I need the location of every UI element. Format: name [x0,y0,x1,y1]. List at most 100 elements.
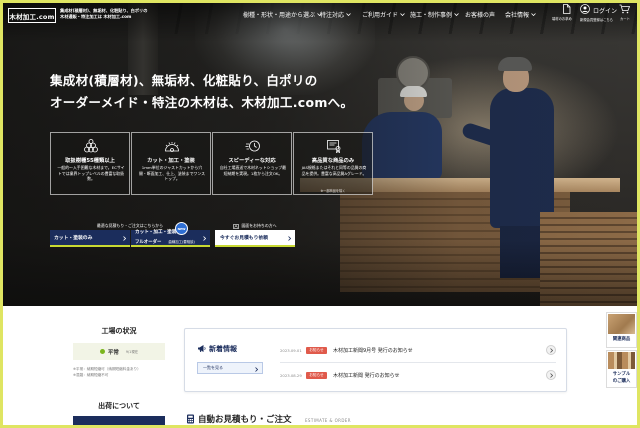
feature-card-processing: カット・加工・塗装 1mm単位のジャストカットから穴開・断面加工、仕上、塗装まで… [131,132,211,195]
nav-item-label: ご利用ガイド [362,12,399,19]
nav-item-customer-voice[interactable]: お客様の声 [465,10,495,19]
news-tag: お知らせ [306,371,327,379]
nav-item-select-wood[interactable]: 樹種・形状・用途から選ぶ [243,10,322,19]
feature-title: カット・加工・塗装 [147,158,195,164]
shipping-title: 出荷について [98,402,140,410]
news-item[interactable]: 2023.09.01 お知らせ 木材加工新聞9月号 発行のお知らせ [280,344,556,356]
news-card [184,328,567,392]
offcuts-label: 端材のお求め [552,17,572,21]
related-products-thumbnail [608,314,635,334]
status-dot-icon [99,349,105,354]
estimate-subtitle: ESTIMATE & ORDER [305,418,351,423]
factory-status: 平常 [107,349,119,356]
nav-item-custom-order[interactable]: 特注対応 [320,10,351,19]
chevron-right-icon [549,347,553,353]
news-date: 2023.08.29 [280,372,302,378]
tagline-line: 木材通販・特注加工は 木材加工.com [60,14,132,19]
hero-headline: 集成材(積層材)、無垢材、化粧貼り、白ポリの オーダーメイド・特注の木材は、木材… [50,70,353,114]
nav-item-case-studies[interactable]: 施工・制作事例 [410,10,459,19]
quote-request-button[interactable]: 今すぐお見積もり依頼 [215,230,295,247]
factory-status-date: 9/1現在 [125,350,139,354]
nav-item-label: 特注対応 [320,12,345,19]
chevron-down-icon [400,13,405,16]
chevron-down-icon [531,13,536,16]
full-order-note: 曲線加工(要相談) [168,240,195,244]
factory-title: 工場の状況 [101,327,137,335]
register-link[interactable]: 新規会員登録はこちら [580,17,613,22]
quote-request-label: 今すぐお見積もり依頼 [220,236,268,241]
drawing-caption-row: 図面をお持ちの方へ [215,223,295,229]
feature-description: 自社工場直送で木材ネットショップ最短納期を実現。1枚から注文OK。 [219,165,287,176]
chevron-down-icon [454,13,459,16]
news-tag: お知らせ [306,346,327,354]
document-icon [563,4,571,14]
side-link-samples[interactable]: サンプル のご購入 [606,350,637,388]
side-link-label-line: のご購入 [612,378,631,384]
saw-blade-icon [165,142,179,152]
chevron-right-icon [255,366,258,372]
login-link[interactable]: ログイン [593,6,617,15]
feature-card-species: 取扱樹種55種類以上 一般的～入手困難な木材まで。ECサイトでは業界トップレベル… [50,132,130,195]
new-badge: NEW [175,222,188,235]
certificate-icon [327,140,341,153]
megaphone-icon [198,345,206,352]
feature-title: スピーディーな対応 [228,158,276,164]
drawing-caption: 図面をお持ちの方へ [241,223,277,228]
side-link-label-line: 関連商品 [612,337,631,342]
site-tagline: 集成材(積層材)、無垢材、化粧貼り、白ポリの 木材通販・特注加工は 木材加工.c… [60,8,147,20]
news-divider [280,362,556,363]
news-headline: 木材加工新聞9月号 発行のお知らせ [333,347,413,354]
feature-title: 取扱樹種55種類以上 [65,158,115,164]
news-date: 2023.09.01 [280,347,302,353]
cart-label: カート [620,17,630,21]
feature-card-speed: スピーディーな対応 自社工場直送で木材ネットショップ最短納期を実現。1枚から注文… [212,132,292,195]
nav-item-label: 施工・制作事例 [410,12,453,19]
estimate-title: 自動お見積もり・ご注文 [198,415,292,425]
hero-headline-line: 集成材(積層材)、無垢材、化粧貼り、白ポリの [50,73,318,88]
news-view-all-button[interactable]: 一覧を見る [197,362,263,374]
nav-item-guide[interactable]: ご利用ガイド [362,10,405,19]
wood-stack-icon [84,139,98,153]
offcuts-link[interactable]: 端材のお求め [552,4,576,22]
chevron-right-icon [203,236,206,241]
side-link-related-products[interactable]: 関連商品 [606,312,637,348]
page: 木材加工.com 集成材(積層材)、無垢材、化粧貼り、白ポリの 木材通販・特注加… [0,0,640,428]
news-headline: 木材加工新聞 発行のお知らせ [333,372,400,379]
feature-card-quality: 高品質な商品のみ JAS規格またはそれと同等の品質の商品を提供。豊富な高品質Aグ… [293,132,373,195]
side-link-label: 関連商品 [607,337,636,344]
cart-icon [619,4,630,14]
feature-title: 高品質な商品のみ [311,158,355,164]
chevron-right-icon [288,236,291,241]
speed-clock-icon [245,140,260,152]
news-item[interactable]: 2023.08.29 お知らせ 木材加工新聞 発行のお知らせ [280,369,556,381]
site-logo[interactable]: 木材加工.com [8,8,56,23]
chevron-right-icon [549,372,553,378]
chevron-down-icon [346,13,351,16]
feature-description: 1mm単位のジャストカットから穴開・断面加工、仕上、塗装までワンストップ。 [138,165,206,182]
feature-description: 一般的～入手困難な木材まで。ECサイトでは業界トップレベルの豊富な取扱数。 [57,165,125,182]
factory-note: ※混雑：納期短縮不可 [73,373,109,377]
news-arrow [546,345,556,355]
drawing-icon [233,223,240,229]
view-all-label: 一覧を見る [203,365,223,370]
feature-description: JAS規格またはそれと同等の品質の商品を提供。豊富な高品質Aグレード。 [301,165,367,176]
cart-link[interactable]: カート [617,4,633,22]
chevron-right-icon [123,236,126,241]
user-icon[interactable] [580,4,590,14]
shipping-panel [73,416,165,428]
feature-note: ※一部商品を除く [320,189,346,193]
factory-status-box: 平常 9/1現在 [73,343,165,360]
nav-item-company[interactable]: 会社情報 [505,10,536,19]
header-shade [0,0,640,42]
factory-notes: ※平常：納期短縮可（納期短縮料金あり） ※混雑：納期短縮不可 [73,366,173,378]
nav-item-label: お客様の声 [465,12,496,19]
cut-only-label: カット・塗装のみ [54,236,93,241]
news-arrow [546,370,556,380]
full-order-detail: フルオーダー 曲線加工(要相談) [135,235,195,246]
full-order-button[interactable]: カット・加工・塗装 フルオーダー 曲線加工(要相談) [131,230,210,247]
news-title: 新着情報 [209,345,237,353]
cut-only-button[interactable]: カット・塗装のみ [50,230,130,247]
side-link-label: サンプル のご購入 [607,372,636,385]
nav-item-label: 樹種・形状・用途から選ぶ [243,12,316,19]
full-order-sub: フルオーダー [135,240,162,245]
